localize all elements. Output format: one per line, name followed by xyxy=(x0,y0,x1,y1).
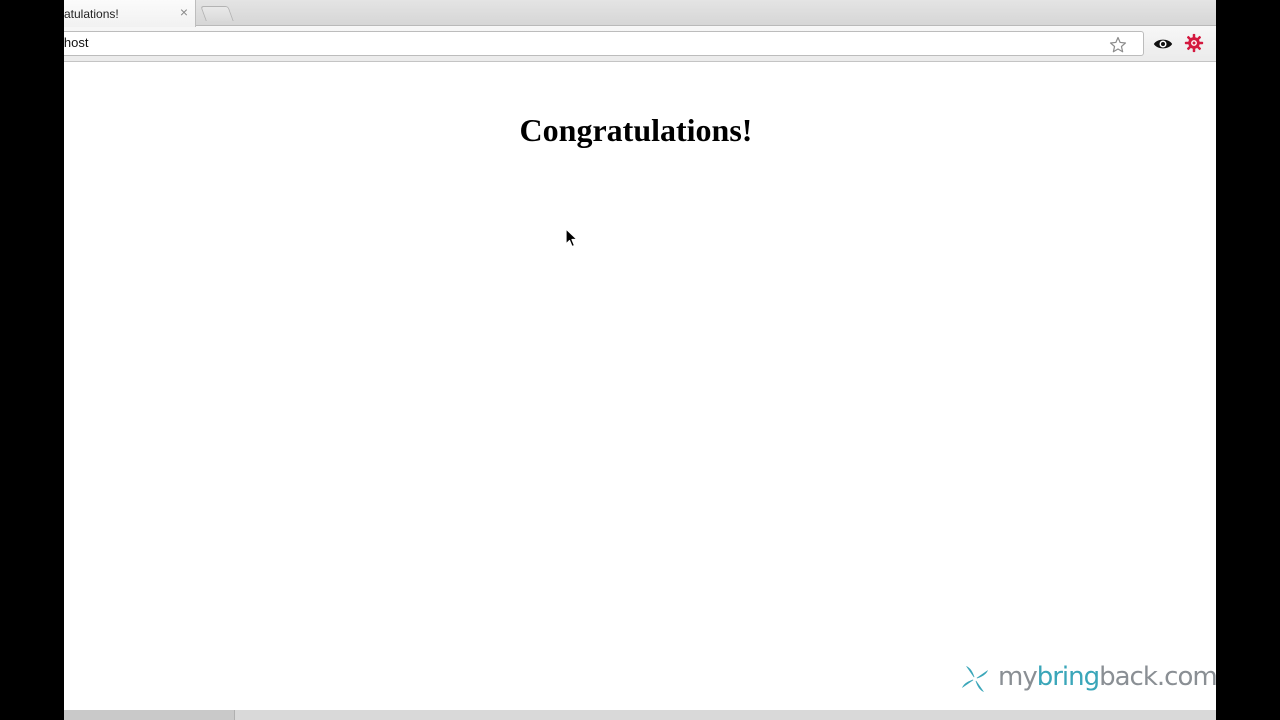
tab-title: atulations! xyxy=(64,7,119,21)
toolbar: lhost xyxy=(64,26,1216,62)
watermark: mybringback.com xyxy=(958,660,1238,696)
watermark-text: mybringback.com xyxy=(998,660,1218,694)
status-strip xyxy=(64,710,1216,720)
screen: atulations! × lhost xyxy=(0,0,1280,720)
new-tab-button[interactable] xyxy=(200,6,234,21)
extension-gear-icon[interactable] xyxy=(1184,33,1204,53)
mouse-cursor-icon xyxy=(565,228,578,248)
mybringback-logo-icon xyxy=(962,666,988,692)
status-strip-segment xyxy=(64,710,235,720)
watermark-part: back xyxy=(1099,662,1158,692)
bookmark-star-icon[interactable] xyxy=(1109,36,1127,54)
page-heading: Congratulations! xyxy=(519,112,753,148)
watermark-part: .com xyxy=(1156,662,1218,692)
url-text: lhost xyxy=(64,35,89,50)
tab-close-icon[interactable]: × xyxy=(177,4,191,20)
watermark-part: bring xyxy=(1036,662,1100,692)
page-content: Congratulations! xyxy=(64,62,1216,710)
address-bar[interactable]: lhost xyxy=(64,31,1144,56)
watermark-part: my xyxy=(998,662,1038,692)
active-tab[interactable]: atulations! × xyxy=(64,0,196,27)
tab-strip: atulations! × xyxy=(64,0,1216,27)
eye-icon[interactable] xyxy=(1153,35,1173,53)
browser-window: atulations! × lhost xyxy=(64,0,1216,720)
